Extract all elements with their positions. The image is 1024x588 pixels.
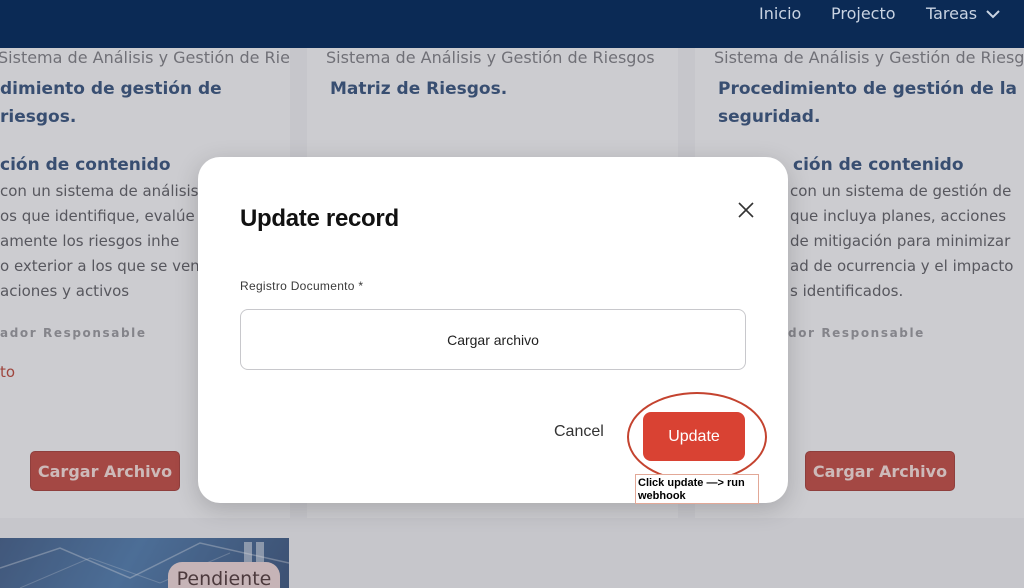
cargar-archivo-upload[interactable]: Cargar archivo [240, 309, 746, 370]
annotation-note: Click update —> run webhook [635, 474, 759, 504]
nav-tareas[interactable]: Tareas [926, 4, 977, 23]
registro-documento-label: Registro Documento * [240, 279, 364, 293]
chevron-down-icon[interactable] [986, 9, 1000, 19]
cancel-button[interactable]: Cancel [554, 423, 604, 441]
top-nav: Inicio Projecto Tareas [0, 0, 1024, 48]
close-icon[interactable] [736, 200, 756, 220]
nav-projecto[interactable]: Projecto [831, 4, 896, 23]
nav-inicio[interactable]: Inicio [759, 4, 801, 23]
annotation-ellipse [627, 392, 767, 482]
dialog-title: Update record [240, 205, 399, 232]
